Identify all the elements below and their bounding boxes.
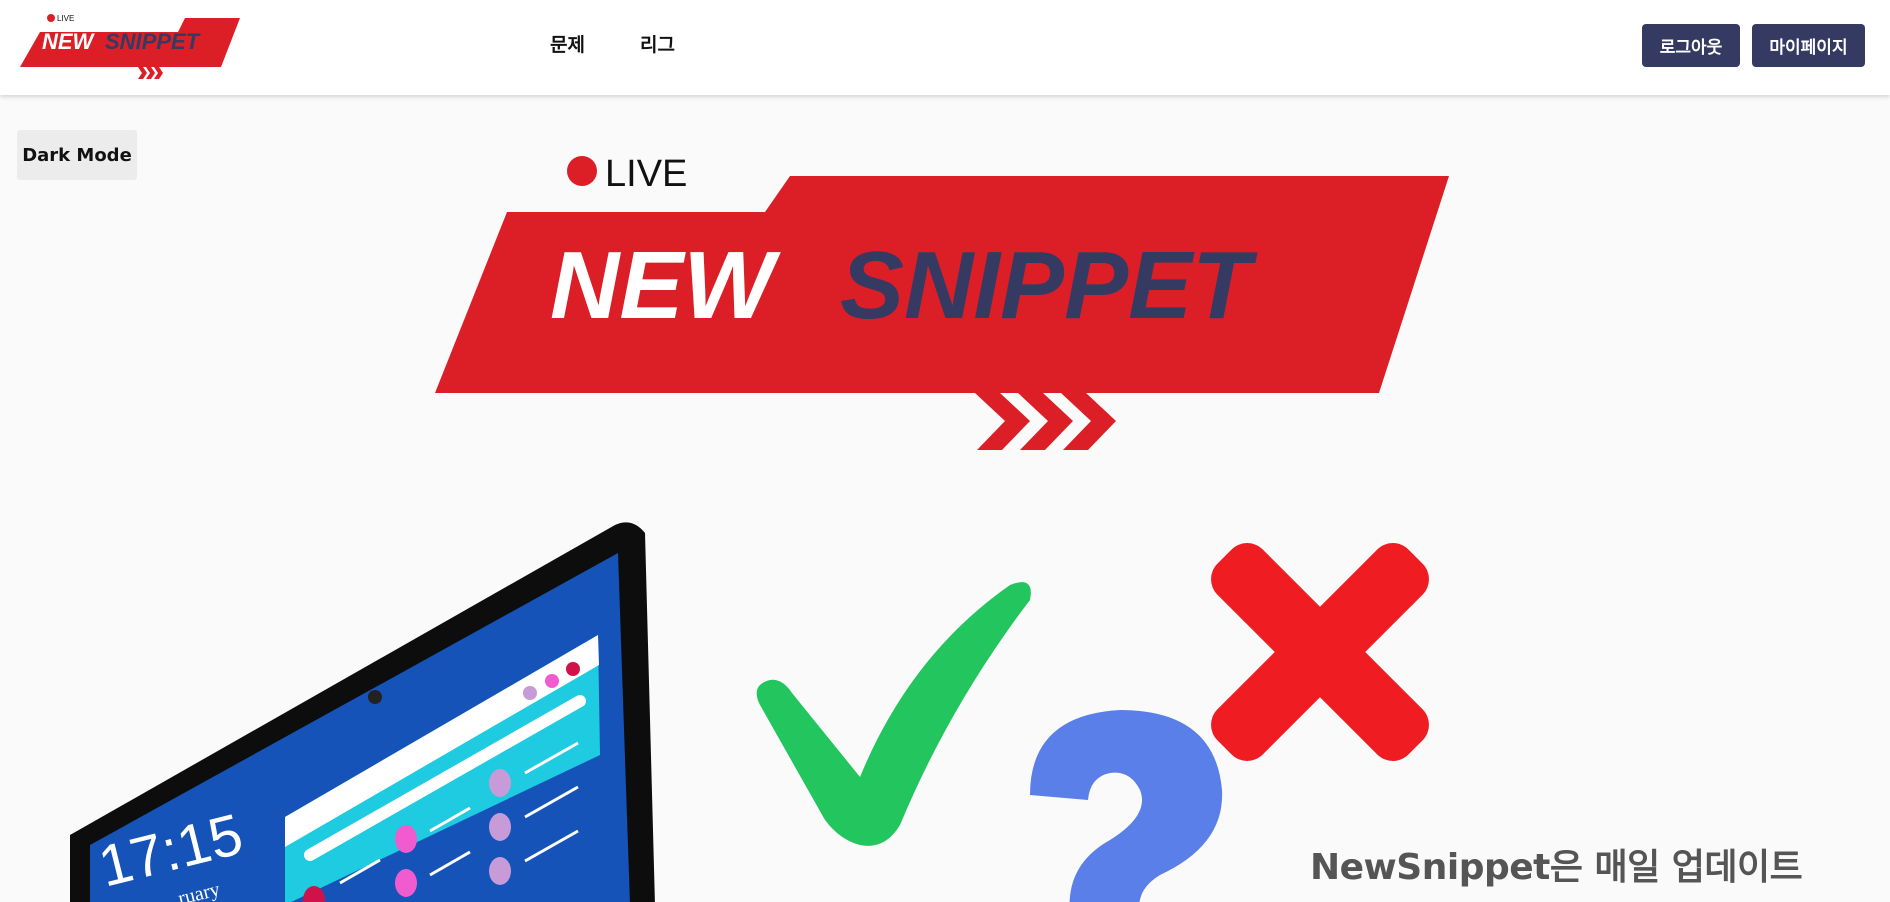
brand-logo[interactable]: LIVE NEW SNIPPET [20,12,242,82]
live-dot-icon [47,14,55,22]
hero-live-dot-icon [567,156,597,186]
hero-brand-new: NEW [550,232,781,339]
hero-live-label: LIVE [605,153,687,195]
camera-icon [368,690,382,704]
hero-illustration: 17:15 ruary [70,522,1429,902]
hero-brand-snippet: SNIPPET [840,232,1258,339]
logo-brand-new: NEW [42,29,96,54]
logout-button[interactable]: 로그아웃 [1642,24,1740,67]
nav-item-problems[interactable]: 문제 [550,30,585,57]
hero-chevrons-icon [975,393,1116,450]
top-header: LIVE NEW SNIPPET 문제 리그 로그아웃 마이페이지 [0,0,1890,95]
logo-chevrons-icon [138,67,163,79]
hero-tagline: NewSnippet은 매일 업데이트 [1310,847,1803,888]
checkmark-icon [756,582,1031,846]
logo-live-label: LIVE [57,14,74,23]
logo-brand-snippet: SNIPPET [105,29,201,54]
dark-mode-toggle[interactable]: Dark Mode [17,130,137,180]
nav-item-league[interactable]: 리그 [640,30,675,57]
tablet-device-icon: 17:15 ruary [70,522,655,902]
mypage-button[interactable]: 마이페이지 [1752,24,1865,67]
hero-brand-logo: LIVE NEW SNIPPET [435,153,1449,450]
question-mark-icon [1030,710,1223,902]
cross-icon [1211,543,1429,761]
